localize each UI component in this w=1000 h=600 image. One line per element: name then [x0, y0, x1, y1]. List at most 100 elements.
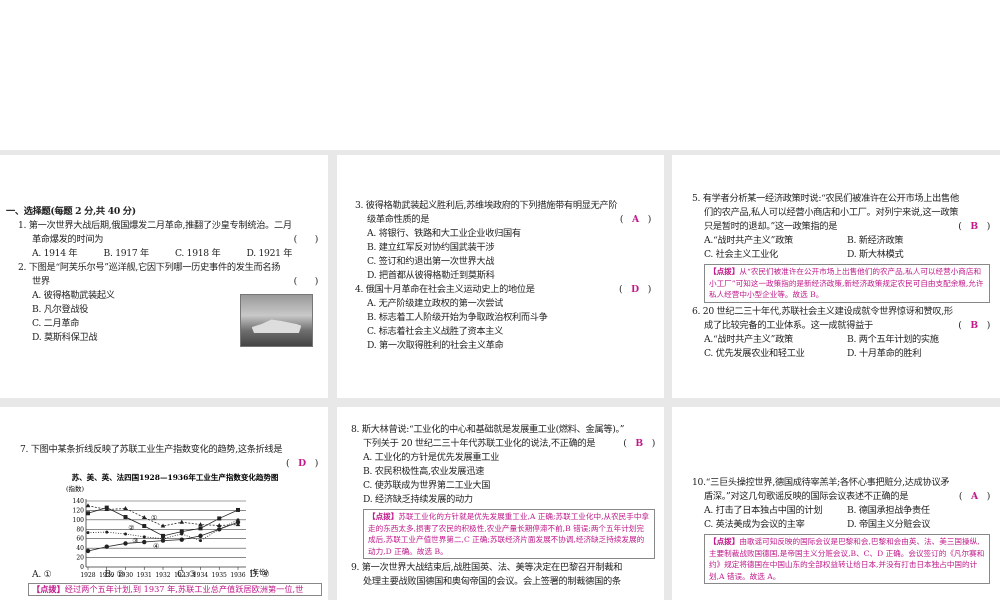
industrial-index-line-chart: 苏、美、英、法四国1928—1936年工业生产指数变化趋势图(指数)(年份)02…	[66, 472, 279, 579]
option: A.“战时共产主义”政策	[704, 235, 793, 246]
option: D. 1921 年	[246, 248, 293, 259]
q6-text: 6. 20 世纪二三十年代,苏联社会主义建设成就令世界惊讶和赞叹,形	[692, 305, 953, 317]
option: B. 建立红军反对协约国武装干涉	[367, 242, 495, 253]
option: B. 德国承担战争责任	[847, 505, 930, 516]
y-tick-label: 20	[76, 555, 84, 562]
q3-text-2: 级革命性质的是	[367, 214, 430, 225]
hint-box: 【点拨】从“农民们被准许在公开市场上出售他们的农产品,私人可以经营小商店和小工厂…	[704, 264, 990, 303]
q7-text: 7. 下图中某条折线反映了苏联工业生产指数变化的趋势,这条折线是	[20, 444, 283, 455]
option: B. ②	[104, 569, 125, 580]
option: C. ③	[177, 569, 197, 580]
option: A. 无产阶级建立政权的第一次尝试	[367, 298, 504, 309]
q5-text-2: 们的农产品,私人可以经营小商店和小工厂。对列宁来说,这一政策	[704, 207, 959, 218]
option: C. 使苏联成为世界第二工业大国	[363, 480, 491, 491]
hint-label: 【点拨】	[709, 537, 740, 546]
hint-label: 【点拨】	[709, 267, 740, 276]
option: C. 英法美成为会议的主宰	[704, 519, 805, 530]
data-point	[236, 507, 240, 512]
data-point	[104, 505, 109, 510]
answer-paren: ( )	[293, 276, 319, 287]
series-label: ②	[128, 524, 134, 532]
q1-text-2: 革命爆发的时间为	[32, 234, 104, 245]
hint-text: 苏联工业化的方针就是优先发展重工业,A 正确;苏联工业化中,从农民手中拿走的东西…	[368, 512, 650, 556]
y-tick-label: 140	[73, 498, 85, 505]
q9-text-2: 处理主要战败国德国和奥匈帝国的会议。会上签署的制裁德国的条	[363, 576, 621, 587]
hint-box: 【点拨】经过两个五年计划,到 1937 年,苏联工业总产值跃居欧洲第一位,世	[28, 583, 322, 596]
option: C. 1918 年	[175, 248, 221, 259]
q10-text: 10.“三巨头操控世界,德国成待宰羔羊;各怀心事把赃分,达成协议矛	[692, 477, 950, 488]
answer: B	[635, 438, 643, 449]
option: A. 1914 年	[32, 248, 78, 259]
option: A. 打击了日本独占中国的计划	[704, 505, 823, 516]
answer: A	[631, 214, 639, 225]
option: A.“战时共产主义”政策	[704, 333, 793, 345]
series-label: ③	[132, 537, 138, 545]
option: B. 1917 年	[103, 248, 150, 259]
q2-text: 2. 下图是“阿芙乐尔号”巡洋舰,它因下列哪一历史事件的发生而名扬	[18, 262, 281, 273]
data-point	[86, 531, 90, 535]
option: D. 把首都从彼得格勒迁到莫斯科	[367, 270, 495, 281]
data-point	[142, 535, 146, 539]
hint-box: 【点拨】由歌谣可知反映的国际会议是巴黎和会,巴黎和会由英、法、美三国操纵,主要制…	[704, 534, 990, 584]
data-point	[179, 519, 185, 524]
option: D. ④	[249, 569, 270, 580]
data-point	[217, 527, 222, 532]
data-point	[198, 526, 203, 531]
data-point	[179, 537, 184, 542]
data-point	[123, 506, 128, 511]
series-line-2	[87, 507, 239, 537]
answer: D	[298, 458, 306, 469]
option: C. 优先发展农业和轻工业	[704, 347, 805, 359]
slide-3: 5. 有学者分析某一经济政策时说:“农民们被准许在公开市场上出售他 们的农产品,…	[672, 155, 1000, 398]
option: C. 签订和约退出第一次世界大战	[367, 256, 495, 267]
data-point	[216, 523, 222, 528]
hint-text: 经过两个五年计划,到 1937 年,苏联工业总产值跃居欧洲第一位,世	[64, 584, 304, 594]
answer: A	[970, 491, 978, 502]
q8-text-2: 下列关于 20 世纪二三十年代苏联工业化的说法,不正确的是	[363, 438, 596, 449]
data-point	[160, 538, 166, 543]
option: B. 农民积极性高,农业发展迅速	[363, 466, 484, 477]
hint-text: 从“农民们被准许在公开市场上出售他们的农产品,私人可以经营小商店和小工厂”可知这…	[709, 267, 984, 299]
series-label: ①	[151, 514, 157, 522]
data-point	[235, 520, 241, 525]
option: B. 标志着工人阶级开始为争取政治权利而斗争	[367, 312, 548, 323]
option: C. 标志着社会主义战胜了资本主义	[367, 326, 504, 337]
option: C. 社会主义工业化	[704, 249, 778, 260]
data-point	[180, 532, 184, 536]
hint-text: 由歌谣可知反映的国际会议是巴黎和会,巴黎和会由英、法、美三国操纵,主要制裁战败国…	[709, 537, 985, 581]
option: D. 经济缺乏持续发展的动力	[363, 494, 473, 505]
y-tick-label: 40	[76, 545, 84, 552]
data-point	[199, 539, 202, 543]
answer-paren: ( )	[293, 234, 319, 245]
option: A. ①	[32, 569, 52, 580]
option: A. 工业化的方针是优先发展重工业	[363, 452, 500, 463]
data-point	[142, 539, 147, 545]
data-point	[198, 533, 203, 539]
data-point	[104, 544, 109, 549]
data-point	[124, 532, 127, 536]
aurora-cruiser-photo	[240, 294, 313, 347]
slide-2: 3. 彼得格勒武装起义胜利后,苏维埃政府的下列措施带有明显无产阶 级革命性质的是…	[337, 155, 664, 398]
hint-label: 【点拨】	[32, 584, 65, 594]
y-tick-label: 120	[73, 507, 85, 514]
data-point	[85, 548, 91, 554]
data-point	[123, 515, 128, 520]
q10-text-2: 盾深。”对这几句歌谣反映的国际会议表述不正确的是	[704, 491, 909, 502]
option: D. 第一次取得胜利的社会主义革命	[367, 340, 504, 351]
q1-text: 1. 第一次世界大战后期,俄国爆发二月革命,推翻了沙皇专制统治。二月	[18, 220, 292, 231]
q6-text-2: 成了比较完备的工业体系。这一成就得益于	[704, 319, 873, 331]
section-heading: 一、选择题(每题 2 分,共 40 分)	[6, 206, 136, 217]
data-point	[142, 523, 147, 528]
q2-text-2: 世界	[32, 276, 50, 287]
y-tick-label: 100	[73, 517, 85, 524]
data-point	[217, 516, 222, 521]
hint-label: 【点拨】	[368, 512, 399, 521]
answer: D	[631, 284, 639, 295]
answer: B	[970, 319, 978, 331]
q5-text: 5. 有学者分析某一经济政策时说:“农民们被准许在公开市场上出售他	[692, 193, 959, 204]
option: A. 将银行、铁路和大工业企业收归国有	[367, 228, 521, 239]
answer: B	[970, 221, 978, 232]
slide-6: 10.“三巨头操控世界,德国成待宰羔羊;各怀心事把赃分,达成协议矛 盾深。”对这…	[672, 407, 1000, 600]
option: B. 新经济政策	[847, 235, 904, 246]
q8-text: 8. 斯大林曾说:“工业化的中心和基础就是发展重工业(燃料、金属等)。”	[351, 424, 625, 435]
